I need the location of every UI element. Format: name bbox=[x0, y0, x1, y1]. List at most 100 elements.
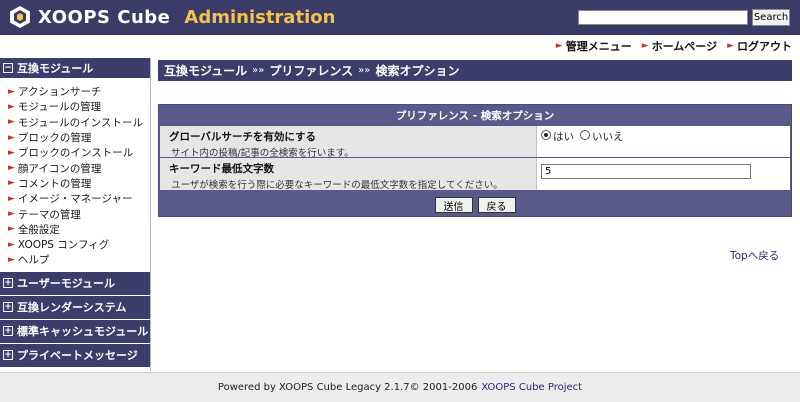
sidebar-item-label: アクションサーチ bbox=[17, 86, 102, 99]
min-keyword-desc: ユーザが検索を行う際に必要なキーワードの最低文字数を指定してください。 bbox=[171, 180, 503, 191]
header-bar: XOOPS Cube Administration Search bbox=[0, 0, 800, 35]
global-search-options: はい いいえ bbox=[537, 126, 790, 157]
sidebar-item-module-admin[interactable]: ► モジュールの管理 bbox=[8, 99, 150, 114]
admin-menu-label: 管理メニュー bbox=[565, 40, 632, 53]
sidebar-item-label: モジュールの管理 bbox=[17, 101, 102, 114]
arrow-icon: ► bbox=[8, 239, 15, 250]
arrow-icon: ► bbox=[8, 101, 15, 112]
sidebar-item-xoops-config[interactable]: ► XOOPS コンフィグ bbox=[8, 237, 150, 252]
arrow-icon: ► bbox=[555, 41, 563, 51]
global-search-label: グローバルサーチを有効にする bbox=[169, 131, 316, 143]
sidebar-item-label: ヘルプ bbox=[17, 254, 50, 267]
sidebar-item-label: モジュールのインストール bbox=[17, 116, 143, 129]
sidebar-item-action-search[interactable]: ► アクションサーチ bbox=[8, 84, 150, 99]
sidebar-item-label: XOOPS コンフィグ bbox=[17, 239, 110, 252]
sidebar-section-cache[interactable]: + 標準キャッシュモジュール bbox=[0, 319, 150, 344]
footer: Powered by XOOPS Cube Legacy 2.1.7© 2001… bbox=[0, 372, 800, 402]
breadcrumb-separator: »» bbox=[358, 65, 371, 76]
arrow-icon: ► bbox=[8, 209, 15, 220]
breadcrumb-legacy[interactable]: 互換モジュール bbox=[164, 62, 247, 79]
arrow-icon: ► bbox=[8, 86, 15, 97]
arrow-icon: ► bbox=[8, 178, 15, 189]
expand-icon[interactable]: + bbox=[3, 350, 13, 361]
homepage-label: ホームページ bbox=[651, 40, 718, 53]
arrow-icon: ► bbox=[641, 41, 649, 51]
global-search-no-radio[interactable] bbox=[580, 130, 590, 140]
sidebar-section-render[interactable]: + 互換レンダーシステム bbox=[0, 295, 150, 320]
search-input[interactable] bbox=[578, 10, 748, 25]
expand-icon[interactable]: + bbox=[3, 326, 13, 337]
back-to-top-link[interactable]: Topへ戻る bbox=[730, 248, 779, 263]
global-search-yes-label[interactable]: はい bbox=[553, 129, 574, 144]
sidebar-item-label: イメージ・マネージャー bbox=[17, 193, 133, 206]
sidebar-item-block-admin[interactable]: ► ブロックの管理 bbox=[8, 130, 150, 145]
footer-project-link[interactable]: XOOPS Cube Project bbox=[481, 382, 582, 393]
sidebar-item-image-manager[interactable]: ► イメージ・マネージャー bbox=[8, 191, 150, 206]
expand-icon[interactable]: + bbox=[3, 278, 13, 289]
arrow-icon: ► bbox=[8, 254, 15, 265]
sidebar-item-block-install[interactable]: ► ブロックのインストール bbox=[8, 145, 150, 160]
min-keyword-label-cell: キーワード最低文字数 ユーザが検索を行う際に必要なキーワードの最低文字数を指定し… bbox=[160, 158, 537, 191]
sidebar-item-module-install[interactable]: ► モジュールのインストール bbox=[8, 115, 150, 130]
back-button[interactable]: 戻る bbox=[477, 197, 516, 213]
logout-label: ログアウト bbox=[737, 40, 792, 53]
logo[interactable]: XOOPS Cube Administration bbox=[8, 5, 335, 29]
sidebar-item-label: 全般設定 bbox=[17, 223, 60, 236]
breadcrumb-preferences[interactable]: プリファレンス bbox=[269, 62, 353, 79]
sidebar-section-label: 標準キャッシュモジュール bbox=[17, 325, 149, 339]
footer-text: Powered by XOOPS Cube Legacy 2.1.7© 2001… bbox=[217, 382, 478, 393]
sidebar-section-label: 互換レンダーシステム bbox=[17, 301, 127, 315]
arrow-icon: ► bbox=[727, 41, 734, 51]
sidebar-section-pm[interactable]: + プライベートメッセージ bbox=[0, 343, 150, 368]
collapse-icon[interactable]: − bbox=[3, 63, 13, 73]
breadcrumb: 互換モジュール »» プリファレンス »» 検索オプション bbox=[158, 60, 792, 81]
sidebar-section-label: プライベートメッセージ bbox=[17, 349, 138, 363]
sidebar-item-help[interactable]: ► ヘルプ bbox=[8, 252, 150, 267]
top-navigation: ► 管理メニュー ► ホームページ ► ログアウト bbox=[556, 38, 792, 54]
form-row-global-search: グローバルサーチを有効にする サイト内の投稿/記事の全検索を行います。 はい い… bbox=[160, 126, 790, 159]
admin-menu-link[interactable]: ► 管理メニュー bbox=[556, 38, 632, 54]
xoops-cube-icon bbox=[10, 6, 30, 28]
preferences-form: プリファレンス - 検索オプション グローバルサーチを有効にする サイト内の投稿… bbox=[158, 104, 792, 217]
sidebar-item-general-settings[interactable]: ► 全般設定 bbox=[8, 222, 150, 237]
sidebar-item-comments[interactable]: ► コメントの管理 bbox=[8, 176, 150, 191]
sidebar-item-label: ブロックのインストール bbox=[17, 147, 134, 160]
breadcrumb-current: 検索オプション bbox=[375, 64, 460, 78]
sidebar-item-themes[interactable]: ► テーマの管理 bbox=[8, 206, 150, 221]
global-search-no-label[interactable]: いいえ bbox=[592, 129, 624, 144]
logo-text: XOOPS Cube bbox=[38, 6, 171, 28]
breadcrumb-separator: »» bbox=[252, 65, 265, 76]
sidebar-item-smilies[interactable]: ► 顔アイコンの管理 bbox=[8, 160, 150, 175]
sidebar-menu: ► アクションサーチ ► モジュールの管理 ► モジュールのインストール ► ブロックの… bbox=[0, 79, 150, 272]
global-search-yes-radio[interactable] bbox=[541, 130, 551, 140]
arrow-icon: ► bbox=[8, 147, 15, 158]
arrow-icon: ► bbox=[8, 117, 15, 128]
logout-link[interactable]: ► ログアウト bbox=[727, 38, 792, 54]
sidebar-item-label: テーマの管理 bbox=[17, 208, 81, 221]
sidebar-section-label: ユーザーモジュール bbox=[17, 277, 116, 291]
min-keyword-cell bbox=[537, 158, 790, 190]
form-row-min-keyword: キーワード最低文字数 ユーザが検索を行う際に必要なキーワードの最低文字数を指定し… bbox=[160, 158, 790, 191]
sidebar: − 互換モジュール ► アクションサーチ ► モジュールの管理 ► モジュールのインス… bbox=[0, 58, 151, 371]
sidebar-item-label: ブロックの管理 bbox=[17, 132, 92, 145]
sidebar-section-legacy[interactable]: − 互換モジュール bbox=[0, 58, 150, 79]
global-search-label-cell: グローバルサーチを有効にする サイト内の投稿/記事の全検索を行います。 bbox=[160, 126, 537, 159]
expand-icon[interactable]: + bbox=[3, 302, 13, 313]
sidebar-item-label: コメントの管理 bbox=[17, 177, 92, 190]
sidebar-section-label: 互換モジュール bbox=[17, 62, 94, 75]
min-keyword-input[interactable] bbox=[541, 164, 751, 179]
arrow-icon: ► bbox=[8, 193, 15, 204]
global-search-desc: サイト内の投稿/記事の全検索を行います。 bbox=[171, 148, 354, 159]
header-title: Administration bbox=[184, 6, 336, 28]
arrow-icon: ► bbox=[8, 132, 15, 143]
arrow-icon: ► bbox=[8, 224, 15, 235]
min-keyword-label: キーワード最低文字数 bbox=[169, 163, 274, 175]
form-title: プリファレンス - 検索オプション bbox=[395, 109, 555, 122]
homepage-link[interactable]: ► ホームページ bbox=[642, 38, 717, 54]
arrow-icon: ► bbox=[8, 163, 15, 174]
form-buttons: 送信 戻る bbox=[159, 197, 791, 213]
search-button[interactable]: Search bbox=[752, 9, 790, 26]
sidebar-section-user[interactable]: + ユーザーモジュール bbox=[0, 271, 150, 296]
submit-button[interactable]: 送信 bbox=[434, 197, 473, 213]
sidebar-item-label: 顔アイコンの管理 bbox=[17, 162, 102, 175]
